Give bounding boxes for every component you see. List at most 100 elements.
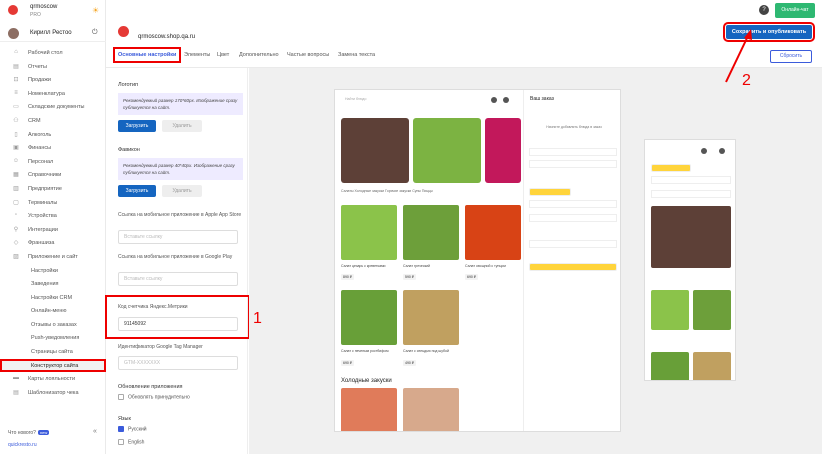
- price-button[interactable]: 690 ₽: [465, 274, 479, 280]
- user-profile[interactable]: Кирилл Рестоо ⏻: [0, 26, 106, 42]
- sidebar-item-label: Справочники: [28, 172, 62, 179]
- force-update-checkbox[interactable]: Обновлять принудительно: [118, 394, 190, 400]
- sidebar-item-label: Персонал: [28, 158, 54, 165]
- tab-elements[interactable]: Элементы: [184, 52, 210, 58]
- sidebar-item[interactable]: ⌂ Рабочий стол: [0, 46, 106, 60]
- sidebar-item[interactable]: Заведения: [0, 277, 106, 291]
- sidebar-item[interactable]: ≡ Номенклатура: [0, 87, 106, 101]
- logo-delete-button[interactable]: Удалить: [162, 120, 202, 132]
- lang-en-checkbox[interactable]: English: [118, 439, 144, 445]
- sidebar-item-label: Рабочий стол: [28, 50, 63, 56]
- sidebar-nav: ⌂ Рабочий стол ▤ Отчеты ⊡ Продажи ≡ Номенклатур…: [0, 46, 106, 399]
- google-play-input[interactable]: Вставьте ссылку: [118, 272, 238, 286]
- bottle-icon: ▯: [14, 131, 18, 138]
- sidebar-item-label: Алкоголь: [28, 131, 52, 138]
- sidebar-item[interactable]: ▫ Устройства: [0, 209, 106, 223]
- card-icon: ▬: [13, 375, 19, 382]
- desktop-preview[interactable]: Найти блюдо Салаты Холодные закуски Горя…: [334, 89, 621, 432]
- sidebar-item-label: Шаблонизатор чека: [28, 389, 79, 396]
- metrika-input[interactable]: 91145092: [118, 317, 238, 331]
- sidebar-item-label: Приложение и сайт: [28, 253, 78, 260]
- mobile-preview[interactable]: [644, 139, 736, 381]
- tab-color[interactable]: Цвет: [217, 52, 229, 58]
- food-image: [465, 205, 521, 260]
- pickup-tab[interactable]: [651, 164, 691, 172]
- apple-store-input[interactable]: Вставьте ссылку: [118, 230, 238, 244]
- sidebar-item[interactable]: ▬ Карты лояльности: [0, 372, 106, 386]
- checkbox-icon: [118, 394, 124, 400]
- logo-upload-button[interactable]: Загрузить: [118, 120, 156, 132]
- sidebar-item-label: Страницы сайта: [31, 349, 73, 356]
- sidebar-item-label: Push-уведомления: [31, 335, 80, 342]
- lang-ru-checkbox[interactable]: Русский: [118, 426, 147, 432]
- site-url[interactable]: qrmoscow.shop.qa.ru: [138, 34, 195, 40]
- lang-en-label: English: [128, 439, 145, 446]
- sidebar-item[interactable]: ▤ Шаблонизатор чека: [0, 386, 106, 400]
- banner-image: [341, 118, 409, 183]
- sidebar-item[interactable]: Отзывы о заказах: [0, 318, 106, 332]
- sidebar-item[interactable]: Онлайн-меню: [0, 304, 106, 318]
- cart-panel: Ваш заказ Начните добавлять блюда в зака…: [523, 90, 620, 431]
- people-icon: ⚇: [13, 117, 19, 124]
- sidebar-item[interactable]: ▣ Финансы: [0, 141, 106, 155]
- food-name: Салат с сельдью под шубой: [403, 349, 449, 353]
- category-filters[interactable]: Салаты Холодные закуски Горячие закуски …: [341, 189, 433, 193]
- sidebar-item-label: Отзывы о заказах: [31, 321, 77, 328]
- sidebar-item[interactable]: ⊡ Продажи: [0, 73, 106, 87]
- sidebar-item[interactable]: ▢ Терминалы: [0, 196, 106, 210]
- brand[interactable]: qrmoscow PRO ☀: [0, 0, 106, 22]
- help-icon[interactable]: ?: [759, 5, 769, 15]
- logo-hint: Рекомендуемый размер 170*60px. Изображен…: [118, 93, 243, 115]
- sidebar-item[interactable]: ▥ Предприятие: [0, 182, 106, 196]
- footer-link[interactable]: quickresto.ru: [8, 442, 37, 448]
- sidebar-item[interactable]: ⚲ Интеграции: [0, 223, 106, 237]
- food-image: [693, 352, 731, 380]
- tab-main-settings[interactable]: Основные настройки: [112, 47, 182, 63]
- cart-row: [529, 240, 617, 248]
- book-icon: ▦: [13, 172, 19, 179]
- price-button[interactable]: 890 ₽: [341, 274, 355, 280]
- settings-tabs: Основные настройки Элементы Цвет Дополни…: [106, 46, 822, 68]
- theme-toggle-icon[interactable]: ☀: [92, 6, 99, 15]
- site-header: qrmoscow.shop.qa.ru Сохранить и опублико…: [106, 22, 822, 63]
- receipt-icon: ▤: [13, 389, 19, 396]
- sidebar-item[interactable]: ⚇ CRM: [0, 114, 106, 128]
- sidebar-item[interactable]: Настройки CRM: [0, 291, 106, 305]
- power-icon[interactable]: ⏻: [92, 29, 98, 37]
- cart-tab[interactable]: [529, 188, 571, 196]
- sidebar-item[interactable]: Push-уведомления: [0, 331, 106, 345]
- online-chat-button[interactable]: Онлайн-чат: [775, 3, 815, 18]
- price-button[interactable]: 490 ₽: [403, 360, 417, 366]
- sidebar-item[interactable]: ◇ Франшиза: [0, 236, 106, 250]
- chart-icon: ▤: [13, 63, 19, 70]
- sidebar-item-label: CRM: [28, 117, 41, 124]
- cart-order-button[interactable]: [529, 263, 617, 271]
- tab-text-replace[interactable]: Замена текста: [338, 52, 375, 58]
- sidebar-item[interactable]: ▦ Справочники: [0, 168, 106, 182]
- plug-icon: ⚲: [13, 226, 19, 233]
- sidebar-item[interactable]: ▨ Приложение и сайт: [0, 250, 106, 264]
- sidebar-item[interactable]: ☺ Персонал: [0, 155, 106, 169]
- info-icon: [491, 97, 497, 103]
- sidebar-item[interactable]: ▯ Алкоголь: [0, 128, 106, 142]
- cart-icon: ⊡: [13, 77, 19, 84]
- whats-new[interactable]: Что нового? new: [8, 430, 50, 436]
- price-button[interactable]: 590 ₽: [403, 274, 417, 280]
- food-image: [403, 205, 459, 260]
- sidebar-item[interactable]: Страницы сайта: [0, 345, 106, 359]
- tab-additional[interactable]: Дополнительно: [239, 52, 279, 58]
- save-publish-button[interactable]: Сохранить и опубликовать: [723, 22, 815, 42]
- user-icon: [503, 97, 509, 103]
- collapse-sidebar-icon[interactable]: «: [93, 428, 97, 435]
- gtm-input[interactable]: GTM-XXXXXXX: [118, 356, 238, 370]
- favicon-upload-button[interactable]: Загрузить: [118, 185, 156, 197]
- metrika-label: Код счетчика Яндекс.Метрики: [118, 304, 188, 310]
- sidebar-item-label: Настройки: [31, 267, 58, 274]
- sidebar-item[interactable]: Конструктор сайта: [0, 358, 106, 373]
- price-button[interactable]: 690 ₽: [341, 360, 355, 366]
- sidebar-item[interactable]: Настройки: [0, 264, 106, 278]
- tab-faq[interactable]: Частые вопросы: [287, 52, 329, 58]
- sidebar-item[interactable]: ▭ Складские документы: [0, 100, 106, 114]
- sidebar-item[interactable]: ▤ Отчеты: [0, 60, 106, 74]
- favicon-delete-button[interactable]: Удалить: [162, 185, 202, 197]
